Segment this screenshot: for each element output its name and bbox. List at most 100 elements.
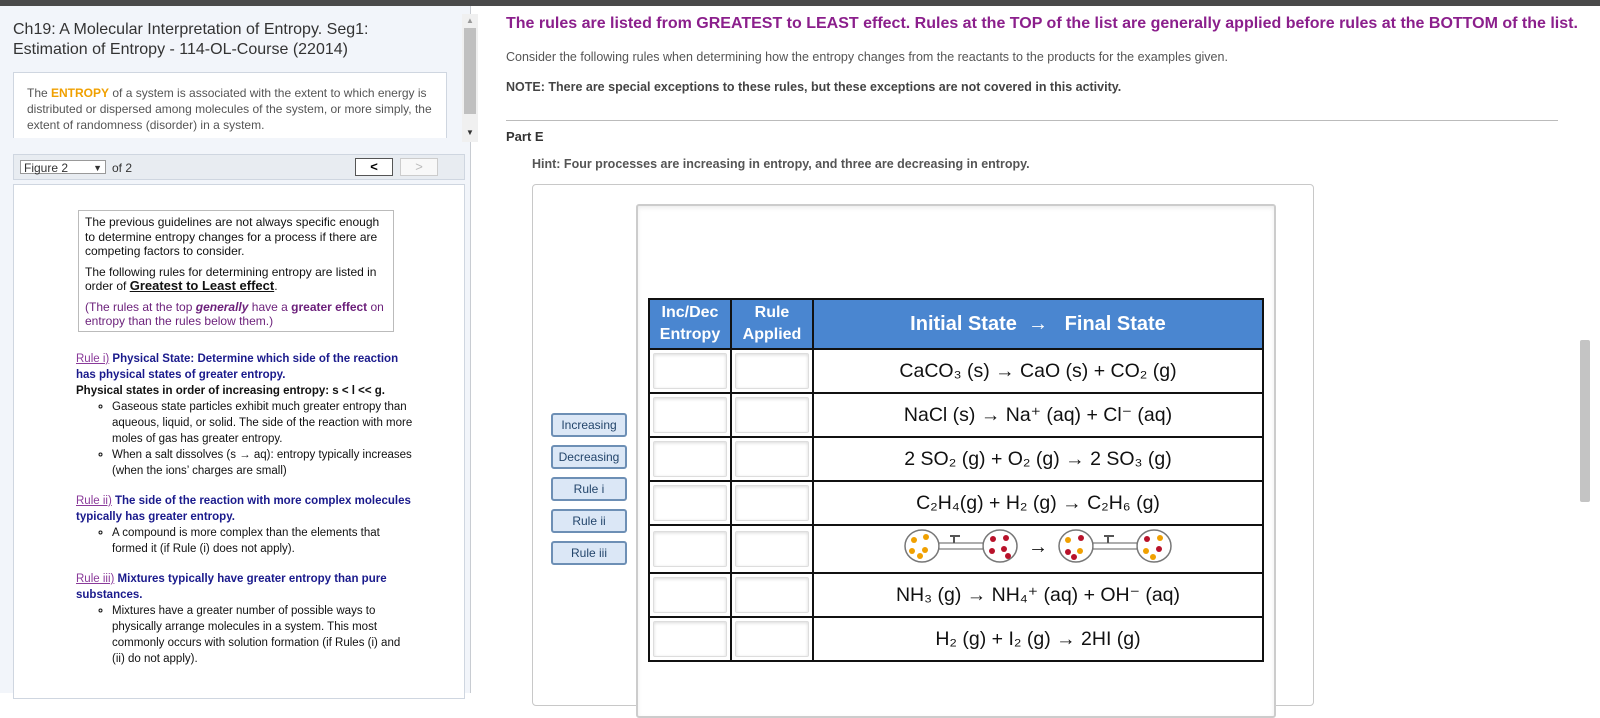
reaction-equation: H₂ (g) + I₂ (g) → 2HI (g) xyxy=(812,616,1264,662)
list-item: Mixtures have a greater number of possib… xyxy=(112,603,416,667)
guidelines-paragraph-1: The previous guidelines are not always s… xyxy=(85,215,380,258)
note-text: NOTE: There are special exceptions to th… xyxy=(506,80,1122,94)
guidelines-paragraph-2: The following rules for determining entr… xyxy=(85,265,387,294)
rule-i-block: Rule i) Physical State: Determine which … xyxy=(76,351,416,479)
guidelines-p2-end: . xyxy=(274,279,278,293)
rule-i-title: Physical State: Determine which side of … xyxy=(76,353,399,381)
guidelines-box: The previous guidelines are not always s… xyxy=(78,210,394,332)
rule-iii-link[interactable]: Rule iii) xyxy=(76,573,114,585)
figure-select[interactable]: Figure 2 ▼ xyxy=(20,160,106,175)
course-title: Ch19: A Molecular Interpretation of Entr… xyxy=(13,21,369,58)
rule-i-heading: Rule i) Physical State: Determine which … xyxy=(76,351,416,383)
drop-zone[interactable] xyxy=(653,531,727,567)
rule-ii-heading: Rule ii) The side of the reaction with m… xyxy=(76,493,416,525)
intro-scrollbar[interactable]: ▲ ▼ xyxy=(462,14,478,142)
guidelines-p3-b: generally xyxy=(195,299,249,314)
guidelines-paragraph-3: (The rules at the top generally have a g… xyxy=(85,300,387,329)
table-row: H₂ (g) + I₂ (g) → 2HI (g) xyxy=(648,616,1264,662)
rule-ii-bullets: A compound is more complex than the elem… xyxy=(76,525,416,557)
drop-zone[interactable] xyxy=(735,397,809,433)
rule-drop-cell xyxy=(730,616,814,662)
column-header-entropy-line1: Inc/Dec xyxy=(661,304,719,321)
reaction-equation: C₂H₄(g) + H₂ (g) → C₂H₆ (g) xyxy=(812,480,1264,526)
rule-i-bullets: Gaseous state particles exhibit much gre… xyxy=(76,399,416,479)
column-header-entropy-line2: Entropy xyxy=(659,326,721,343)
drop-zone[interactable] xyxy=(653,441,727,477)
figure-toolbar: Figure 2 ▼ of 2 < > xyxy=(13,154,465,180)
rule-drop-cell xyxy=(730,436,814,482)
guidelines-p3-c: have a xyxy=(248,299,292,314)
reaction-equation: NaCl (s) → Na⁺ (aq) + Cl⁻ (aq) xyxy=(812,392,1264,438)
drop-zone[interactable] xyxy=(653,621,727,657)
table-row: 2 SO₂ (g) + O₂ (g) → 2 SO₃ (g) xyxy=(648,436,1264,482)
target-canvas: Inc/Dec Entropy Rule Applied Initial State… xyxy=(636,204,1276,718)
drop-zone[interactable] xyxy=(653,353,727,389)
rule-drop-cell xyxy=(730,524,814,574)
left-panel: Ch19: A Molecular Interpretation of Entr… xyxy=(0,6,478,699)
table-row: NaCl (s) → Na⁺ (aq) + Cl⁻ (aq) xyxy=(648,392,1264,438)
rule-ii-title: The side of the reaction with more compl… xyxy=(76,495,411,523)
drop-zone[interactable] xyxy=(735,577,809,613)
scrollbar-thumb[interactable] xyxy=(464,28,476,114)
entropy-drop-cell xyxy=(648,436,732,482)
entropy-drop-cell xyxy=(648,348,732,394)
guidelines-p3-a: (The rules at the top xyxy=(85,299,196,314)
drop-zone[interactable] xyxy=(735,621,809,657)
rule-iii-heading: Rule iii) Mixtures typically have greate… xyxy=(76,571,416,603)
drop-zone[interactable] xyxy=(735,485,809,521)
rules-headline: The rules are listed from GREATEST to LE… xyxy=(506,15,1578,32)
gas-mixing-illustration: → xyxy=(904,529,1172,563)
figure-content: The previous guidelines are not always s… xyxy=(13,184,465,699)
guidelines-p3-d: greater effect xyxy=(291,299,368,314)
page-scrollbar-thumb[interactable] xyxy=(1580,340,1590,502)
entropy-drop-cell xyxy=(648,392,732,438)
entropy-drop-cell xyxy=(648,524,732,574)
reaction-equation: NH₃ (g) → NH₄⁺ (aq) + OH⁻ (aq) xyxy=(812,572,1264,618)
drop-zone[interactable] xyxy=(653,485,727,521)
label-chip-increasing[interactable]: Increasing xyxy=(551,413,627,437)
previous-figure-button[interactable]: < xyxy=(355,158,393,176)
intro-text: The ENTROPY of a system is associated wi… xyxy=(13,72,447,138)
rule-drop-cell xyxy=(730,572,814,618)
scroll-down-icon[interactable]: ▼ xyxy=(466,128,474,137)
label-chip-decreasing[interactable]: Decreasing xyxy=(551,445,627,469)
intro-text-before: The xyxy=(27,86,52,100)
chevron-down-icon: ▼ xyxy=(93,163,102,173)
hint-text: Hint: Four processes are increasing in e… xyxy=(532,157,1030,171)
entropy-drop-cell xyxy=(648,572,732,618)
rule-drop-cell xyxy=(730,348,814,394)
rule-iii-block: Rule iii) Mixtures typically have greate… xyxy=(76,571,416,667)
label-chip-rule-iii[interactable]: Rule iii xyxy=(551,541,627,565)
rule-ii-link[interactable]: Rule ii) xyxy=(76,495,112,507)
table-header-row: Inc/Dec Entropy Rule Applied Initial State… xyxy=(648,298,1264,350)
reaction-equation: 2 SO₂ (g) + O₂ (g) → 2 SO₃ (g) xyxy=(812,436,1264,482)
instructions-text: Consider the following rules when determ… xyxy=(506,50,1228,64)
initial-flasks-icon xyxy=(904,529,1018,563)
figure-count: of 2 xyxy=(112,161,133,175)
reaction-table: Inc/Dec Entropy Rule Applied Initial State… xyxy=(648,298,1264,662)
label-bank: Increasing Decreasing Rule i Rule ii Rul… xyxy=(551,413,627,573)
list-item: Gaseous state particles exhibit much gre… xyxy=(112,399,416,447)
entropy-drop-cell xyxy=(648,480,732,526)
initial-state-label: Initial State xyxy=(910,312,1017,335)
scroll-up-icon[interactable]: ▲ xyxy=(466,16,474,25)
list-item: A compound is more complex than the elem… xyxy=(112,525,416,557)
drop-zone[interactable] xyxy=(735,531,809,567)
rule-drop-cell xyxy=(730,392,814,438)
column-header-rule-line1: Rule xyxy=(754,304,790,321)
label-chip-rule-ii[interactable]: Rule ii xyxy=(551,509,627,533)
drop-zone[interactable] xyxy=(653,397,727,433)
drop-zone[interactable] xyxy=(653,577,727,613)
drag-drop-widget: Increasing Decreasing Rule i Rule ii Rul… xyxy=(532,184,1314,718)
next-figure-button[interactable]: > xyxy=(400,158,438,176)
label-chip-rule-i[interactable]: Rule i xyxy=(551,477,627,501)
figure-select-value: Figure 2 xyxy=(24,161,69,175)
column-header-rule: Rule Applied xyxy=(730,298,814,350)
reaction-equation: CaCO₃ (s) → CaO (s) + CO₂ (g) xyxy=(812,348,1264,394)
drop-zone[interactable] xyxy=(735,353,809,389)
column-header-reaction: Initial State → Final State xyxy=(812,298,1264,350)
rules-list: Rule i) Physical State: Determine which … xyxy=(76,351,416,681)
drop-zone[interactable] xyxy=(735,441,809,477)
rule-i-link[interactable]: Rule i) xyxy=(76,353,109,365)
table-row: CaCO₃ (s) → CaO (s) + CO₂ (g) xyxy=(648,348,1264,394)
